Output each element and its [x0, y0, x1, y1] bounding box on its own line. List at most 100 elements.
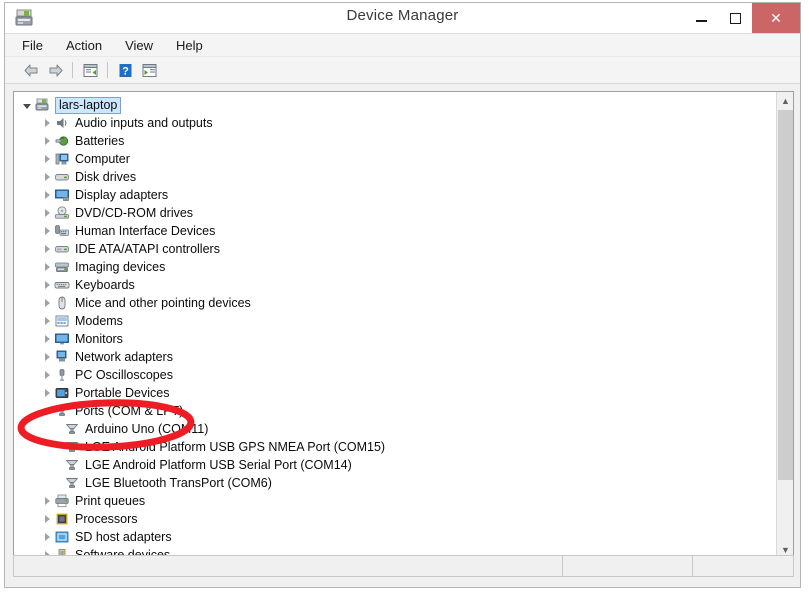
- back-button[interactable]: [19, 59, 43, 81]
- tree-node-computer[interactable]: Computer: [18, 150, 776, 168]
- tree-node-sd-host-adapters[interactable]: SD host adapters: [18, 528, 776, 546]
- scroll-up-button[interactable]: ▲: [777, 92, 793, 109]
- close-icon: ✕: [770, 9, 782, 26]
- tree-node-mice-and-other-pointing-devices[interactable]: Mice and other pointing devices: [18, 294, 776, 312]
- tree-node-ports-com-and-lpt[interactable]: Ports (COM & LPT): [18, 402, 776, 420]
- expander-icon[interactable]: [40, 204, 54, 222]
- expander-icon[interactable]: [40, 168, 54, 186]
- tree-node-label: SD host adapters: [75, 530, 172, 544]
- expander-icon[interactable]: [40, 528, 54, 546]
- toolbar-separator: [72, 62, 73, 78]
- expander-icon[interactable]: [40, 150, 54, 168]
- tree-node-label: Disk drives: [75, 170, 137, 184]
- tree-node-label: DVD/CD-ROM drives: [75, 206, 194, 220]
- expander-icon[interactable]: [40, 492, 54, 510]
- menu-item-help[interactable]: Help: [173, 37, 206, 54]
- expander-icon[interactable]: [40, 276, 54, 294]
- menu-item-view[interactable]: View: [122, 37, 156, 54]
- tree-node-label: Human Interface Devices: [75, 224, 216, 238]
- tree-node-lge-android-usb-serial-port-com14[interactable]: LGE Android Platform USB Serial Port (CO…: [18, 456, 776, 474]
- menu-item-file[interactable]: File: [19, 37, 46, 54]
- tree-node-label: Modems: [75, 314, 123, 328]
- port-icon: [64, 457, 80, 473]
- tree-node-label: Batteries: [75, 134, 125, 148]
- monitor-icon: [54, 331, 70, 347]
- tree-node-label: Display adapters: [75, 188, 169, 202]
- expander-icon[interactable]: [40, 312, 54, 330]
- expander-icon[interactable]: [40, 366, 54, 384]
- imaging-device-icon: [54, 259, 70, 275]
- mouse-icon: [54, 295, 70, 311]
- vertical-scrollbar[interactable]: ▲ ▼: [776, 92, 793, 558]
- properties-button[interactable]: [78, 59, 102, 81]
- tree-node-lge-bluetooth-transport-com6[interactable]: LGE Bluetooth TransPort (COM6): [18, 474, 776, 492]
- speaker-icon: [54, 115, 70, 131]
- tree-node-label: Portable Devices: [75, 386, 170, 400]
- menu-item-action[interactable]: Action: [63, 37, 105, 54]
- tree-node-portable-devices[interactable]: Portable Devices: [18, 384, 776, 402]
- processor-icon: [54, 511, 70, 527]
- forward-button[interactable]: [43, 59, 67, 81]
- tree-node-lge-android-usb-gps-nmea-port-com15[interactable]: LGE Android Platform USB GPS NMEA Port (…: [18, 438, 776, 456]
- properties-icon: [83, 63, 97, 77]
- scrollbar-thumb[interactable]: [778, 110, 793, 480]
- computer-node-icon: [54, 151, 70, 167]
- sd-adapter-icon: [54, 529, 70, 545]
- maximize-button[interactable]: [718, 3, 752, 33]
- tree-node-audio-inputs-and-outputs[interactable]: Audio inputs and outputs: [18, 114, 776, 132]
- display-adapter-icon: [54, 187, 70, 203]
- tree-node-human-interface-devices[interactable]: Human Interface Devices: [18, 222, 776, 240]
- device-tree[interactable]: lars-laptop Audio inputs and outputs Bat…: [14, 92, 776, 558]
- tree-node-monitors[interactable]: Monitors: [18, 330, 776, 348]
- tree-node-label: Imaging devices: [75, 260, 166, 274]
- tree-node-imaging-devices[interactable]: Imaging devices: [18, 258, 776, 276]
- close-button[interactable]: ✕: [752, 3, 800, 33]
- svg-text:?: ?: [122, 65, 129, 77]
- tree-node-processors[interactable]: Processors: [18, 510, 776, 528]
- help-button[interactable]: ?: [113, 59, 137, 81]
- hid-icon: [54, 223, 70, 239]
- port-icon: [64, 439, 80, 455]
- expander-icon[interactable]: [40, 114, 54, 132]
- printer-icon: [54, 493, 70, 509]
- status-cell-tertiary: [693, 556, 793, 576]
- expander-icon[interactable]: [40, 240, 54, 258]
- network-adapter-icon: [54, 349, 70, 365]
- minimize-icon: [695, 20, 707, 22]
- menu-bar: File Action View Help: [5, 34, 800, 57]
- expander-icon[interactable]: [40, 294, 54, 312]
- tree-node-label: LGE Android Platform USB Serial Port (CO…: [85, 458, 352, 472]
- tree-node-root[interactable]: lars-laptop: [18, 96, 776, 114]
- port-icon: [54, 403, 70, 419]
- toolbar-separator-2: [107, 62, 108, 78]
- expander-icon[interactable]: [40, 132, 54, 150]
- scan-hardware-button[interactable]: [137, 59, 161, 81]
- tree-node-label: Audio inputs and outputs: [75, 116, 213, 130]
- back-icon: [24, 64, 37, 76]
- tree-node-display-adapters[interactable]: Display adapters: [18, 186, 776, 204]
- caption-buttons: ✕: [684, 3, 800, 33]
- expander-icon[interactable]: [40, 330, 54, 348]
- tree-node-label: Ports (COM & LPT): [75, 404, 184, 418]
- tree-node-batteries[interactable]: Batteries: [18, 132, 776, 150]
- expander-icon[interactable]: [40, 348, 54, 366]
- tree-node-keyboards[interactable]: Keyboards: [18, 276, 776, 294]
- tree-node-ide-ata-atapi-controllers[interactable]: IDE ATA/ATAPI controllers: [18, 240, 776, 258]
- expander-icon[interactable]: [40, 510, 54, 528]
- minimize-button[interactable]: [684, 3, 718, 33]
- expander-icon[interactable]: [40, 258, 54, 276]
- expander-icon[interactable]: [40, 186, 54, 204]
- expander-icon[interactable]: [40, 384, 54, 402]
- modem-icon: [54, 313, 70, 329]
- tree-node-pc-oscilloscopes[interactable]: PC Oscilloscopes: [18, 366, 776, 384]
- tree-node-arduino-uno-com11[interactable]: Arduino Uno (COM11): [18, 420, 776, 438]
- expander-icon[interactable]: [40, 402, 54, 420]
- tree-node-disk-drives[interactable]: Disk drives: [18, 168, 776, 186]
- tree-node-print-queues[interactable]: Print queues: [18, 492, 776, 510]
- maximize-icon: [729, 12, 741, 24]
- tree-node-modems[interactable]: Modems: [18, 312, 776, 330]
- tree-node-network-adapters[interactable]: Network adapters: [18, 348, 776, 366]
- expander-icon[interactable]: [40, 222, 54, 240]
- tree-node-dvd-cd-rom-drives[interactable]: DVD/CD-ROM drives: [18, 204, 776, 222]
- expander-icon[interactable]: [20, 96, 34, 114]
